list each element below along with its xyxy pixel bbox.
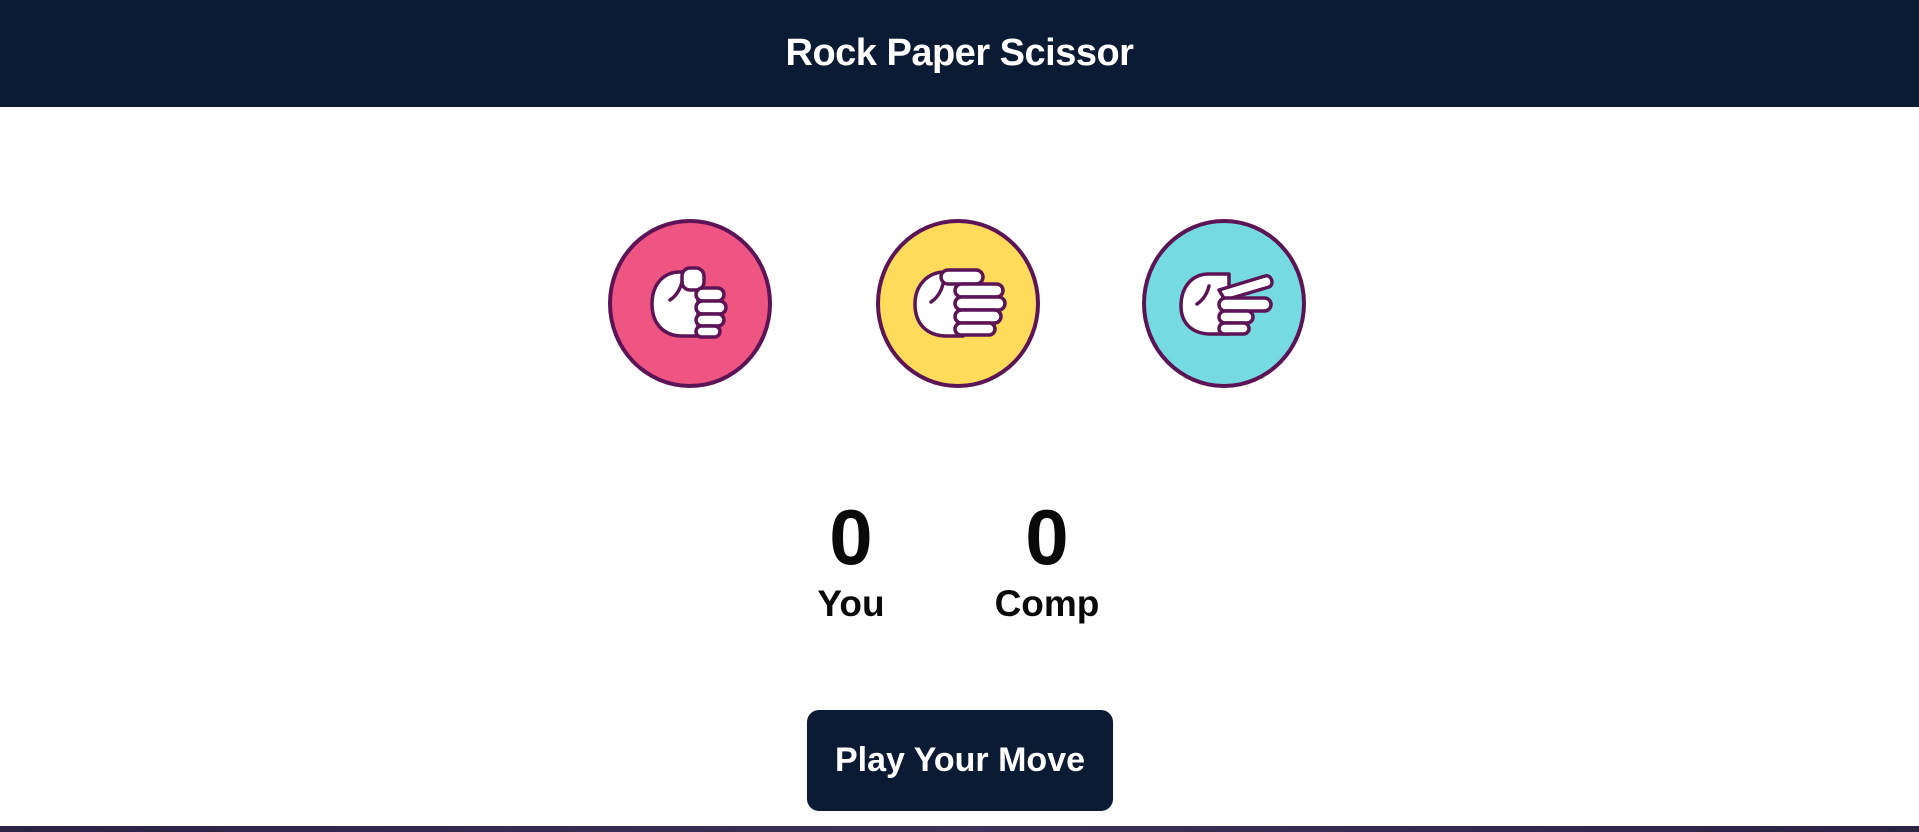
rock-hand-icon [650, 265, 728, 339]
page-title: Rock Paper Scissor [785, 32, 1134, 74]
comp-score: 0 Comp [977, 492, 1117, 626]
user-score: 0 You [781, 492, 921, 626]
scissor-hand-icon [1179, 271, 1274, 336]
choice-rock[interactable] [608, 219, 772, 388]
user-score-value: 0 [829, 493, 873, 581]
user-score-label: You [817, 583, 885, 624]
choice-paper[interactable] [876, 219, 1040, 388]
bottom-border [0, 826, 1919, 832]
paper-hand-icon [913, 267, 1007, 338]
play-your-move-button[interactable]: Play Your Move [807, 710, 1113, 811]
app-header: Rock Paper Scissor [0, 0, 1919, 107]
comp-score-value: 0 [1025, 493, 1069, 581]
choice-scissor[interactable] [1142, 219, 1306, 388]
comp-score-label: Comp [994, 583, 1100, 624]
